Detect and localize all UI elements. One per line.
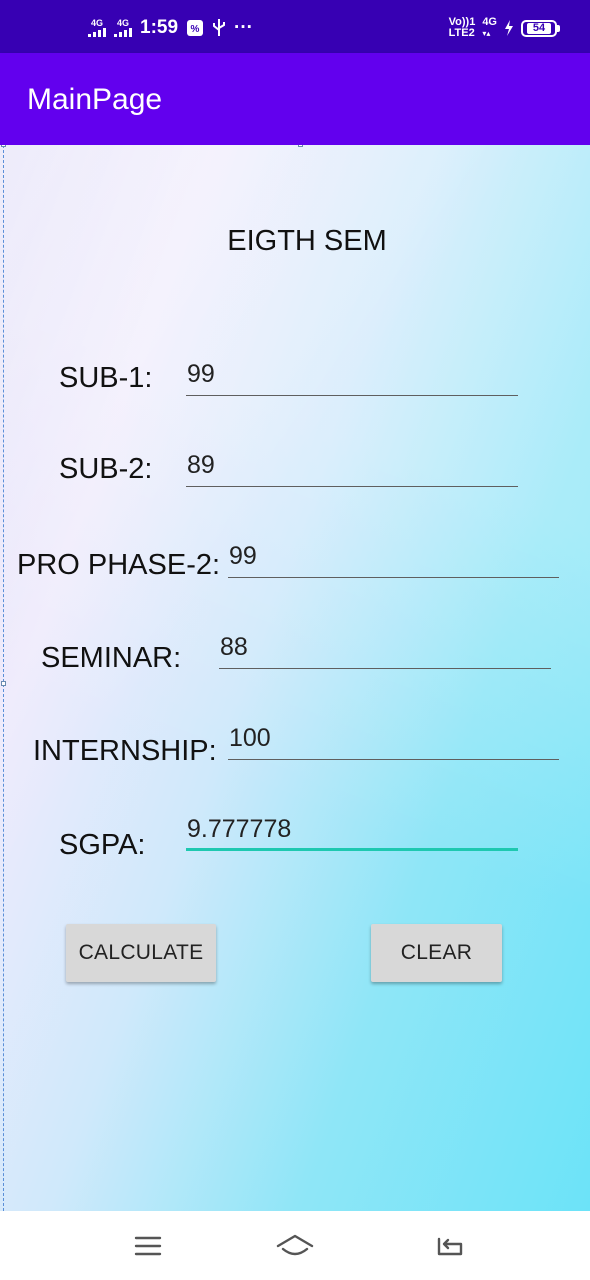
signal-icon: 4G ▾▴: [482, 16, 497, 39]
project-phase2-value: 99: [229, 542, 257, 570]
layout-handle: [1, 681, 6, 686]
battery-icon: 54: [521, 19, 560, 37]
sgpa-label: SGPA:: [59, 829, 146, 861]
sub1-value: 99: [187, 360, 215, 388]
signal-icon: 4G: [114, 19, 132, 37]
svg-text:%: %: [191, 24, 200, 35]
layout-guide: [3, 145, 4, 1211]
calculate-button[interactable]: CALCULATE: [66, 924, 216, 982]
app-bar: MainPage: [0, 53, 590, 145]
more-icon: ···: [234, 17, 254, 38]
menu-icon[interactable]: [134, 1233, 162, 1259]
navigation-bar: [0, 1211, 590, 1280]
charging-icon: [505, 20, 513, 36]
sub2-value: 89: [187, 451, 215, 479]
seminar-label: SEMINAR:: [41, 642, 182, 674]
sgpa-output[interactable]: 9.777778: [186, 815, 518, 851]
project-phase2-input[interactable]: 99: [228, 542, 559, 578]
internship-value: 100: [229, 724, 271, 752]
internship-input[interactable]: 100: [228, 724, 559, 760]
seminar-input[interactable]: 88: [219, 633, 551, 669]
clear-button[interactable]: CLEAR: [371, 924, 502, 982]
project-phase2-label: PRO PHASE-2:: [17, 549, 221, 581]
usb-icon: [213, 19, 226, 36]
sub2-input[interactable]: 89: [186, 451, 518, 487]
sub2-label: SUB-2:: [59, 453, 153, 485]
internship-label: INTERNSHIP:: [33, 735, 217, 767]
layout-handle: [298, 145, 303, 147]
battery-level: 54: [526, 22, 552, 34]
back-icon[interactable]: [435, 1233, 465, 1259]
volte-indicator: Vo))1 LTE2: [448, 16, 476, 39]
sgpa-value: 9.777778: [187, 815, 292, 843]
data-saver-icon: %: [187, 20, 204, 36]
status-bar: 4G 4G 1:59 % ··· Vo))1 LTE2 4G ▾▴ 54: [0, 0, 590, 53]
main-content: EIGTH SEM SUB-1: 99 SUB-2: 89 PRO PHASE-…: [0, 145, 590, 1211]
status-time: 1:59: [140, 17, 179, 38]
sub1-label: SUB-1:: [59, 362, 153, 394]
layout-handle: [1, 145, 6, 147]
home-icon[interactable]: [275, 1233, 315, 1259]
seminar-value: 88: [220, 633, 248, 661]
page-title: MainPage: [27, 83, 163, 116]
semester-heading: EIGTH SEM: [227, 225, 387, 257]
signal-icon: 4G: [88, 19, 106, 37]
sub1-input[interactable]: 99: [186, 360, 518, 396]
